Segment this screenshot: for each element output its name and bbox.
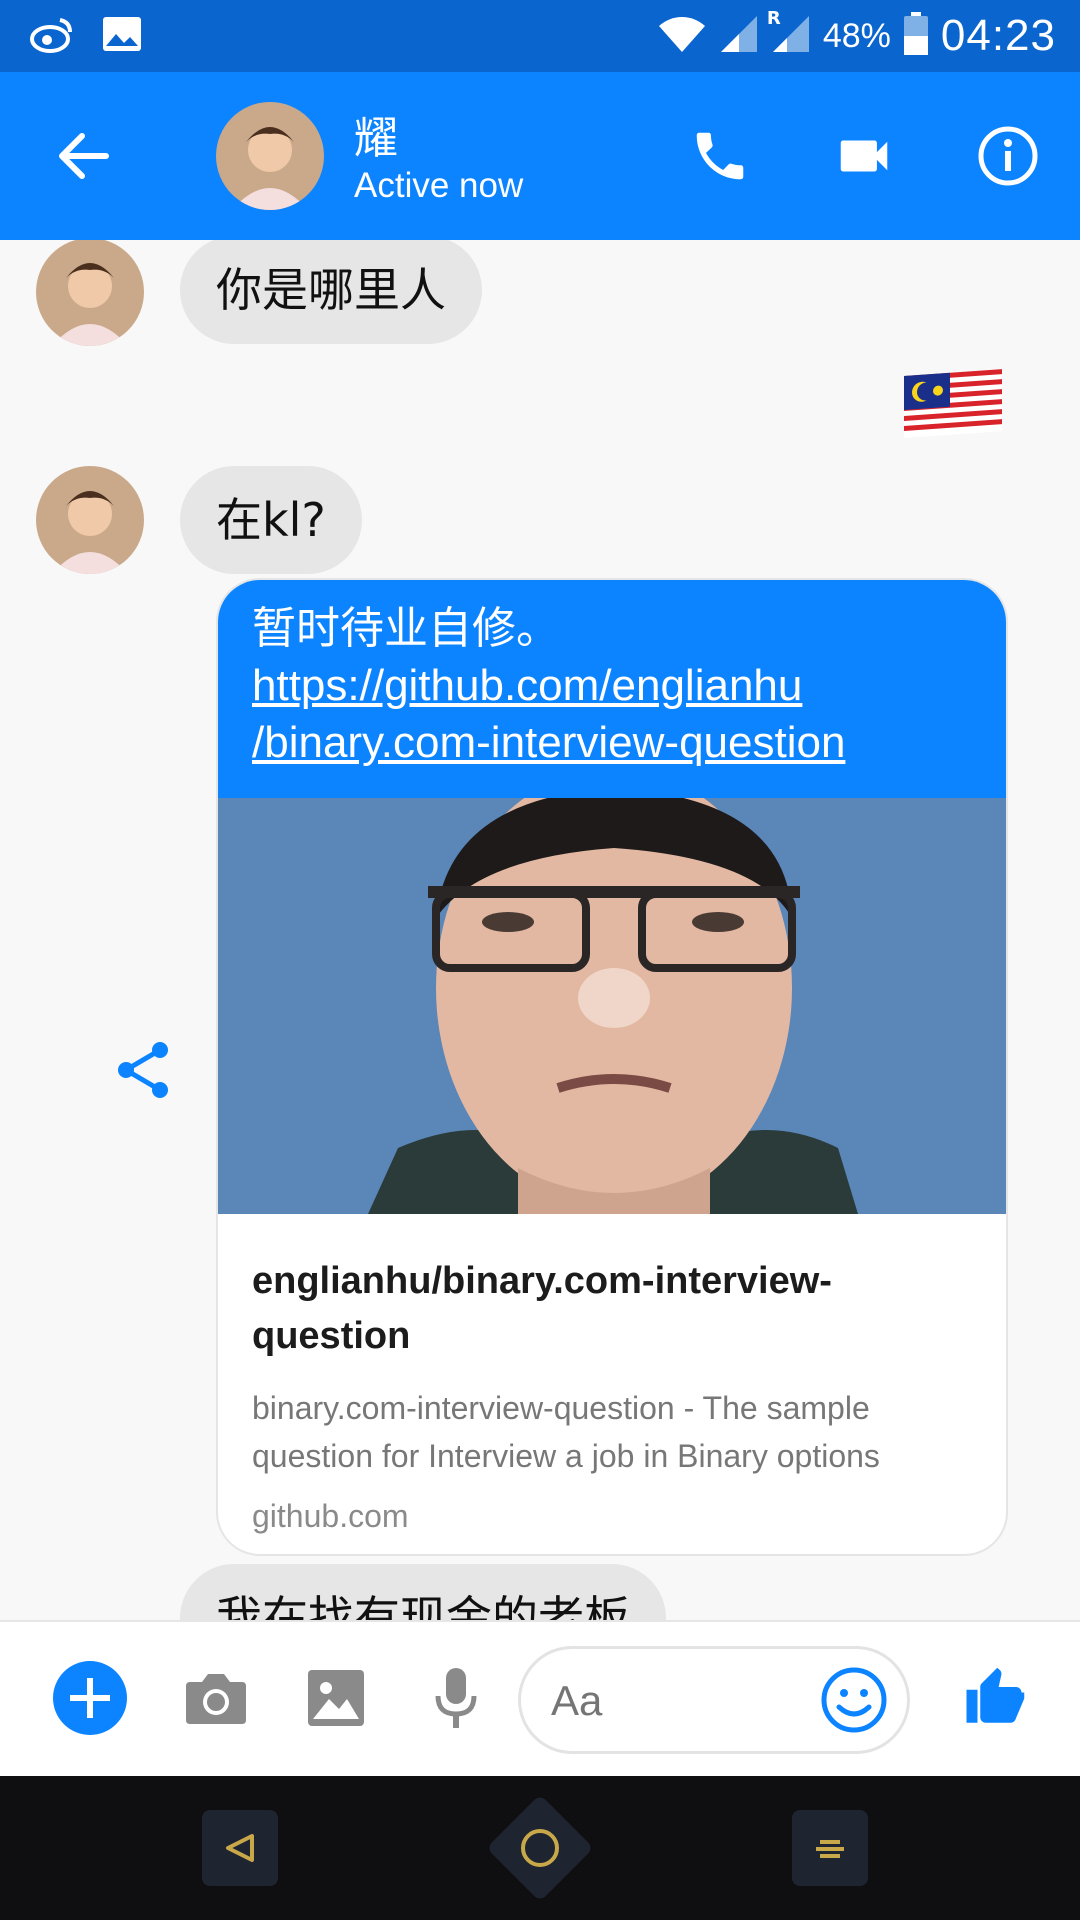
menu-lines-icon xyxy=(816,1840,844,1858)
message-composer xyxy=(0,1620,1080,1776)
image-icon xyxy=(308,1670,364,1726)
nav-recents-button[interactable] xyxy=(792,1810,868,1886)
phone-icon xyxy=(696,132,744,180)
thumbs-up-icon xyxy=(966,1667,1025,1723)
malaysia-flag-icon[interactable] xyxy=(904,368,1002,438)
nav-home-button[interactable] xyxy=(486,1794,594,1902)
github-link-line2[interactable]: /binary.com-interview-question xyxy=(252,714,972,771)
triangle-back-icon xyxy=(226,1834,254,1862)
gallery-button[interactable] xyxy=(296,1658,376,1738)
github-link-line1[interactable]: https://github.com/englianhu xyxy=(252,657,972,714)
signal-icon xyxy=(719,14,759,58)
nav-back-button[interactable] xyxy=(202,1810,278,1886)
back-button[interactable] xyxy=(52,124,116,188)
incoming-message-partial[interactable]: 我在找有现金的老板 xyxy=(180,1564,666,1620)
info-icon xyxy=(978,126,1038,186)
incoming-message[interactable]: 在kl? xyxy=(180,466,362,574)
video-call-button[interactable] xyxy=(828,120,900,192)
wifi-icon xyxy=(657,14,707,58)
link-preview-title: englianhu/binary.com-interview-question xyxy=(252,1260,832,1357)
info-button[interactable] xyxy=(972,120,1044,192)
contact-avatar[interactable] xyxy=(216,102,324,210)
status-bar: R 48% 04:23 xyxy=(0,0,1080,72)
gallery-icon xyxy=(102,16,142,56)
battery-percent: 48% xyxy=(822,16,891,55)
battery-icon xyxy=(903,12,929,60)
outgoing-link-message[interactable]: 暂时待业自修。 https://github.com/englianhu /bi… xyxy=(216,578,1008,1556)
like-button[interactable] xyxy=(954,1658,1034,1738)
emoji-button[interactable] xyxy=(819,1665,889,1735)
message-input[interactable] xyxy=(551,1669,801,1733)
weibo-icon xyxy=(30,14,74,58)
outgoing-message-text: 暂时待业自修。 https://github.com/englianhu /bi… xyxy=(218,580,1006,798)
sender-avatar[interactable] xyxy=(36,466,144,574)
camera-icon xyxy=(186,1674,246,1724)
more-actions-button[interactable] xyxy=(50,1658,130,1738)
voice-record-button[interactable] xyxy=(416,1658,496,1738)
message-text: 暂时待业自修。 xyxy=(252,603,560,654)
voice-call-button[interactable] xyxy=(684,120,756,192)
circle-home-icon xyxy=(521,1829,559,1867)
share-button[interactable] xyxy=(112,1038,176,1102)
video-camera-icon xyxy=(840,140,888,172)
link-preview-image[interactable] xyxy=(218,768,1006,1214)
link-preview-description: binary.com-interview-question - The samp… xyxy=(252,1390,880,1474)
conversation-header: 耀 Active now xyxy=(0,72,1080,240)
plus-icon xyxy=(53,1661,127,1735)
system-navigation-bar xyxy=(0,1776,1080,1920)
link-preview-domain: github.com xyxy=(252,1498,409,1534)
microphone-icon xyxy=(435,1668,477,1728)
link-preview-details[interactable]: englianhu/binary.com-interview-question … xyxy=(218,1214,1006,1535)
back-arrow-icon xyxy=(59,133,109,179)
contact-name[interactable]: 耀 xyxy=(354,102,398,166)
message-input-box[interactable] xyxy=(518,1646,910,1754)
clock: 04:23 xyxy=(940,11,1056,60)
emoji-icon xyxy=(821,1667,887,1733)
incoming-message[interactable]: 你是哪里人 xyxy=(180,240,482,344)
message-thread[interactable]: 你是哪里人 在kl? 暂时待业自修。 https://github.com/en… xyxy=(0,240,1080,1620)
camera-button[interactable] xyxy=(176,1658,256,1738)
signal-roaming-icon: R xyxy=(767,8,811,58)
sender-avatar[interactable] xyxy=(36,240,144,346)
share-icon xyxy=(118,1042,168,1098)
active-status: Active now xyxy=(354,166,524,205)
